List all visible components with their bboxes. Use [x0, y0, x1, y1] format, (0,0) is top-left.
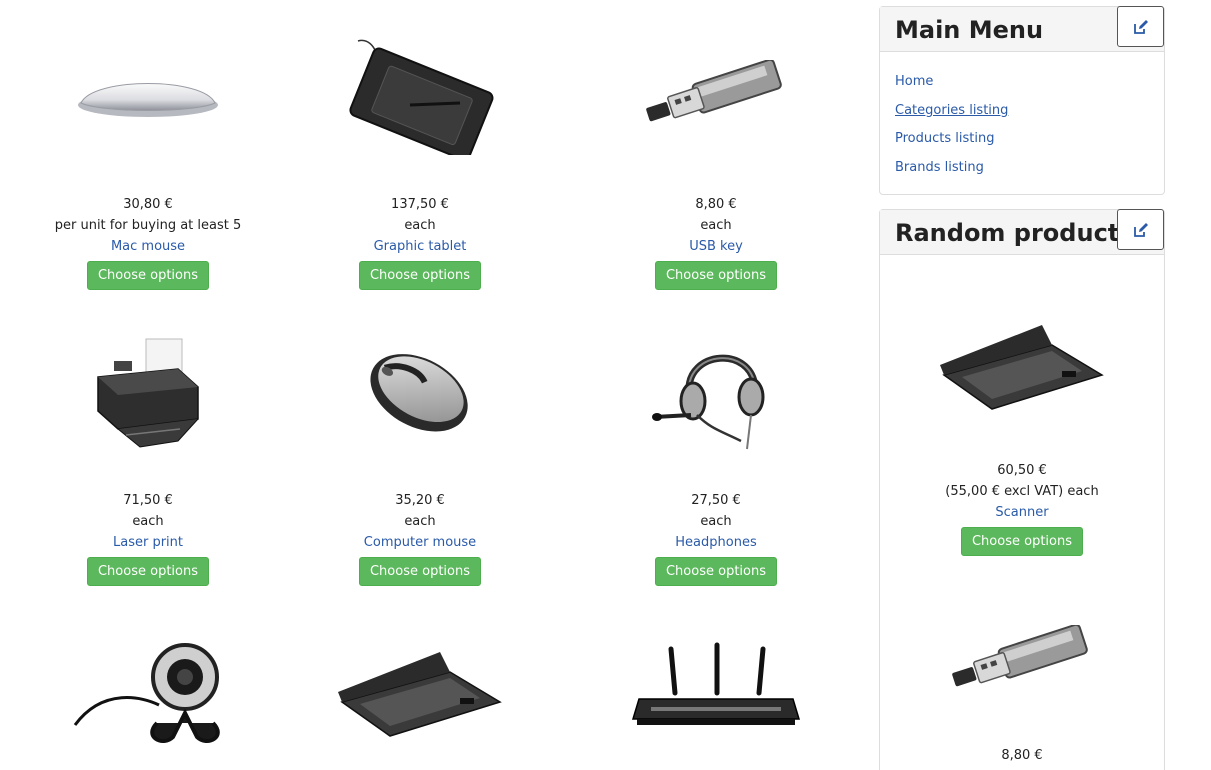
product-name-link[interactable]: Headphones [568, 532, 864, 553]
menu-link-products[interactable]: Products listing [895, 131, 994, 146]
main-menu-list: Home Categories listing Products listing… [880, 52, 1164, 194]
product-price: 60,50 € [997, 463, 1047, 478]
product-unit: each [132, 514, 164, 529]
product-card [0, 592, 296, 770]
menu-link-categories[interactable]: Categories listing [895, 103, 1008, 118]
product-unit: per unit for buying at least 5 [54, 218, 242, 233]
edit-random-products-button[interactable] [1117, 209, 1164, 250]
random-product-card: 8,80 € [880, 575, 1164, 766]
page: 30,80 € per unit for buying at least 5 M… [0, 0, 1211, 770]
menu-item-home: Home [895, 70, 1149, 99]
choose-options-button[interactable]: Choose options [86, 557, 209, 586]
usb-key-icon[interactable] [568, 0, 864, 190]
usb-key-icon[interactable] [880, 575, 1164, 745]
product-name-link[interactable]: Laser print [0, 532, 296, 553]
product-price: 137,50 € [391, 197, 449, 212]
product-card: 8,80 € each USB key Choose options [568, 0, 864, 290]
product-name-link[interactable]: USB key [568, 236, 864, 257]
printer-icon[interactable] [0, 296, 296, 486]
edit-icon [1133, 19, 1148, 34]
product-card: 27,50 € each Headphones Choose options [568, 296, 864, 586]
mac-mouse-icon[interactable] [0, 0, 296, 190]
menu-link-brands[interactable]: Brands listing [895, 160, 984, 175]
product-price: 8,80 € [1001, 748, 1043, 763]
random-products-panel: Random products 60,50 € (55,00 € excl VA… [879, 209, 1165, 770]
edit-icon [1133, 222, 1148, 237]
choose-options-button[interactable]: Choose options [358, 557, 481, 586]
product-price: 35,20 € [395, 493, 445, 508]
product-unit: each [404, 218, 436, 233]
product-card [272, 592, 568, 770]
product-unit: each [404, 514, 436, 529]
choose-options-button[interactable]: Choose options [358, 261, 481, 290]
choose-options-button[interactable]: Choose options [960, 527, 1083, 556]
product-card: 35,20 € each Computer mouse Choose optio… [272, 296, 568, 586]
product-unit: each [700, 514, 732, 529]
main-menu-panel: Main Menu Home Categories listing Produc… [879, 6, 1165, 195]
product-unit: (55,00 € excl VAT) each [945, 484, 1099, 499]
product-card: 30,80 € per unit for buying at least 5 M… [0, 0, 296, 290]
product-grid: 30,80 € per unit for buying at least 5 M… [0, 0, 860, 770]
random-products-header: Random products [880, 209, 1164, 255]
choose-options-button[interactable]: Choose options [86, 261, 209, 290]
webcam-icon[interactable] [0, 592, 296, 770]
menu-item-products: Products listing [895, 127, 1149, 156]
choose-options-button[interactable]: Choose options [654, 557, 777, 586]
product-price: 71,50 € [123, 493, 173, 508]
product-price: 27,50 € [691, 493, 741, 508]
product-price: 30,80 € [123, 197, 173, 212]
product-unit: each [700, 218, 732, 233]
scanner-icon[interactable] [880, 260, 1164, 460]
product-name-link[interactable]: Mac mouse [0, 236, 296, 257]
edit-main-menu-button[interactable] [1117, 6, 1164, 47]
menu-item-categories: Categories listing [895, 99, 1149, 128]
headphones-icon[interactable] [568, 296, 864, 486]
menu-link-home[interactable]: Home [895, 74, 933, 89]
choose-options-button[interactable]: Choose options [654, 261, 777, 290]
product-name-link[interactable]: Scanner [880, 502, 1164, 523]
menu-item-brands: Brands listing [895, 156, 1149, 185]
product-card: 137,50 € each Graphic tablet Choose opti… [272, 0, 568, 290]
graphic-tablet-icon[interactable] [272, 0, 568, 190]
product-name-link[interactable]: Computer mouse [272, 532, 568, 553]
product-card [568, 592, 864, 770]
scanner-icon[interactable] [272, 592, 568, 770]
product-price: 8,80 € [695, 197, 737, 212]
computer-mouse-icon[interactable] [272, 296, 568, 486]
product-card: 71,50 € each Laser print Choose options [0, 296, 296, 586]
main-menu-header: Main Menu [880, 6, 1164, 52]
router-icon[interactable] [568, 592, 864, 770]
random-product-card: 60,50 € (55,00 € excl VAT) each Scanner … [880, 260, 1164, 556]
product-name-link[interactable]: Graphic tablet [272, 236, 568, 257]
